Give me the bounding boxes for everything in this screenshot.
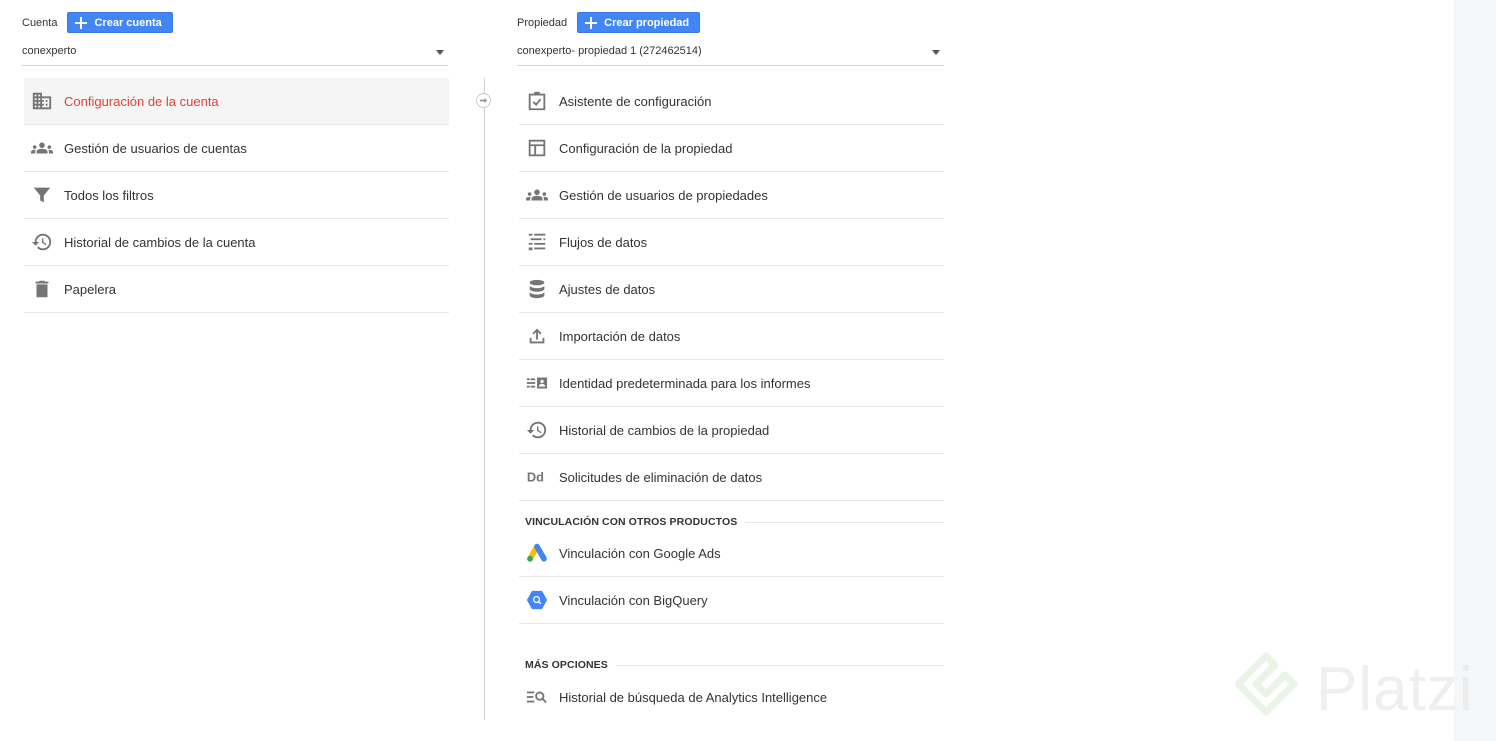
menu-item-label: Configuración de la cuenta <box>64 93 219 109</box>
menu-item-label: Asistente de configuración <box>559 93 712 109</box>
menu-item-label: Gestión de usuarios de propiedades <box>559 187 768 203</box>
search-history-icon <box>526 686 548 708</box>
create-account-button[interactable]: Crear cuenta <box>67 12 173 33</box>
section-divider <box>615 664 944 666</box>
platzi-watermark: Platzi <box>1232 650 1482 732</box>
history-icon <box>31 231 53 253</box>
data-streams-icon <box>526 231 548 253</box>
menu-item-label: Todos los filtros <box>64 187 154 203</box>
menu-item-all-filters[interactable]: Todos los filtros <box>24 172 449 219</box>
menu-item-trash[interactable]: Papelera <box>24 266 449 313</box>
menu-item-setup-assistant[interactable]: Asistente de configuración <box>519 78 944 125</box>
section-divider <box>745 521 944 523</box>
property-header: Propiedad Crear propiedad <box>517 12 701 33</box>
menu-item-label: Vinculación con Google Ads <box>559 545 721 561</box>
trash-icon <box>31 278 53 300</box>
database-icon <box>526 278 548 300</box>
property-menu: Asistente de configuración Configuración… <box>519 78 944 501</box>
menu-item-label: Importación de datos <box>559 328 681 344</box>
menu-item-account-change-history[interactable]: Historial de cambios de la cuenta <box>24 219 449 266</box>
account-label: Cuenta <box>22 16 58 29</box>
menu-item-label: Historial de búsqueda de Analytics Intel… <box>559 689 828 705</box>
menu-item-reporting-identity[interactable]: Identidad predeterminada para los inform… <box>519 360 944 407</box>
chevron-down-icon <box>436 50 444 55</box>
column-divider <box>484 78 485 720</box>
account-menu: Configuración de la cuenta Gestión de us… <box>24 78 449 313</box>
reporting-identity-icon <box>526 372 548 394</box>
menu-item-property-change-history[interactable]: Historial de cambios de la propiedad <box>519 407 944 454</box>
data-deletion-icon: Dd <box>526 466 548 488</box>
watermark-text: Platzi <box>1316 655 1474 724</box>
menu-item-account-settings[interactable]: Configuración de la cuenta <box>24 78 449 125</box>
menu-item-account-user-management[interactable]: Gestión de usuarios de cuentas <box>24 125 449 172</box>
menu-item-label: Papelera <box>64 281 117 297</box>
create-account-label: Crear cuenta <box>94 16 162 29</box>
chevron-down-icon <box>932 50 940 55</box>
section-title-text: VINCULACIÓN CON OTROS PRODUCTOS <box>525 516 738 528</box>
history-icon <box>526 419 548 441</box>
menu-item-google-ads-linking[interactable]: Vinculación con Google Ads <box>519 530 944 577</box>
checklist-icon <box>526 90 548 112</box>
menu-item-data-deletion-requests[interactable]: Dd Solicitudes de eliminación de datos <box>519 454 944 501</box>
menu-item-data-import[interactable]: Importación de datos <box>519 313 944 360</box>
menu-item-data-settings[interactable]: Ajustes de datos <box>519 266 944 313</box>
property-selector[interactable]: conexperto- propiedad 1 (272462514) <box>517 42 944 66</box>
arrow-right-icon <box>476 93 491 108</box>
menu-item-label: Historial de cambios de la propiedad <box>559 422 770 438</box>
menu-item-label: Identidad predeterminada para los inform… <box>559 375 811 391</box>
plus-icon <box>585 16 598 29</box>
plus-icon <box>75 16 88 29</box>
google-ads-icon <box>526 542 548 564</box>
menu-item-property-user-management[interactable]: Gestión de usuarios de propiedades <box>519 172 944 219</box>
account-selector[interactable]: conexperto <box>22 42 448 66</box>
section-title-linking: VINCULACIÓN CON OTROS PRODUCTOS <box>525 515 944 529</box>
menu-item-property-settings[interactable]: Configuración de la propiedad <box>519 125 944 172</box>
filter-icon <box>31 184 53 206</box>
create-property-label: Crear propiedad <box>604 16 690 29</box>
property-label: Propiedad <box>517 16 568 29</box>
menu-item-label: Flujos de datos <box>559 234 648 250</box>
menu-item-label: Gestión de usuarios de cuentas <box>64 140 247 156</box>
layout-icon <box>526 137 548 159</box>
menu-item-label: Ajustes de datos <box>559 281 656 297</box>
people-icon <box>526 184 548 206</box>
menu-item-label: Solicitudes de eliminación de datos <box>559 469 763 485</box>
menu-item-bigquery-linking[interactable]: Vinculación con BigQuery <box>519 577 944 624</box>
menu-item-intelligence-search-history[interactable]: Historial de búsqueda de Analytics Intel… <box>519 681 944 713</box>
create-property-button[interactable]: Crear propiedad <box>577 12 701 33</box>
account-header: Cuenta Crear cuenta <box>22 12 173 33</box>
bigquery-icon <box>526 589 548 611</box>
menu-item-label: Historial de cambios de la cuenta <box>64 234 256 250</box>
svg-text:Dd: Dd <box>527 470 544 485</box>
upload-icon <box>526 325 548 347</box>
people-icon <box>31 137 53 159</box>
linking-menu: Vinculación con Google Ads Vinculación c… <box>519 530 944 624</box>
menu-item-label: Configuración de la propiedad <box>559 140 733 156</box>
right-scroll-strip <box>1454 0 1496 741</box>
section-title-text: MÁS OPCIONES <box>525 659 608 671</box>
account-selected-value: conexperto <box>22 45 77 57</box>
property-selected-value: conexperto- propiedad 1 (272462514) <box>517 45 702 57</box>
building-icon <box>31 90 53 112</box>
section-title-more-options: MÁS OPCIONES <box>525 658 944 672</box>
menu-item-label: Vinculación con BigQuery <box>559 592 708 608</box>
menu-item-data-streams[interactable]: Flujos de datos <box>519 219 944 266</box>
